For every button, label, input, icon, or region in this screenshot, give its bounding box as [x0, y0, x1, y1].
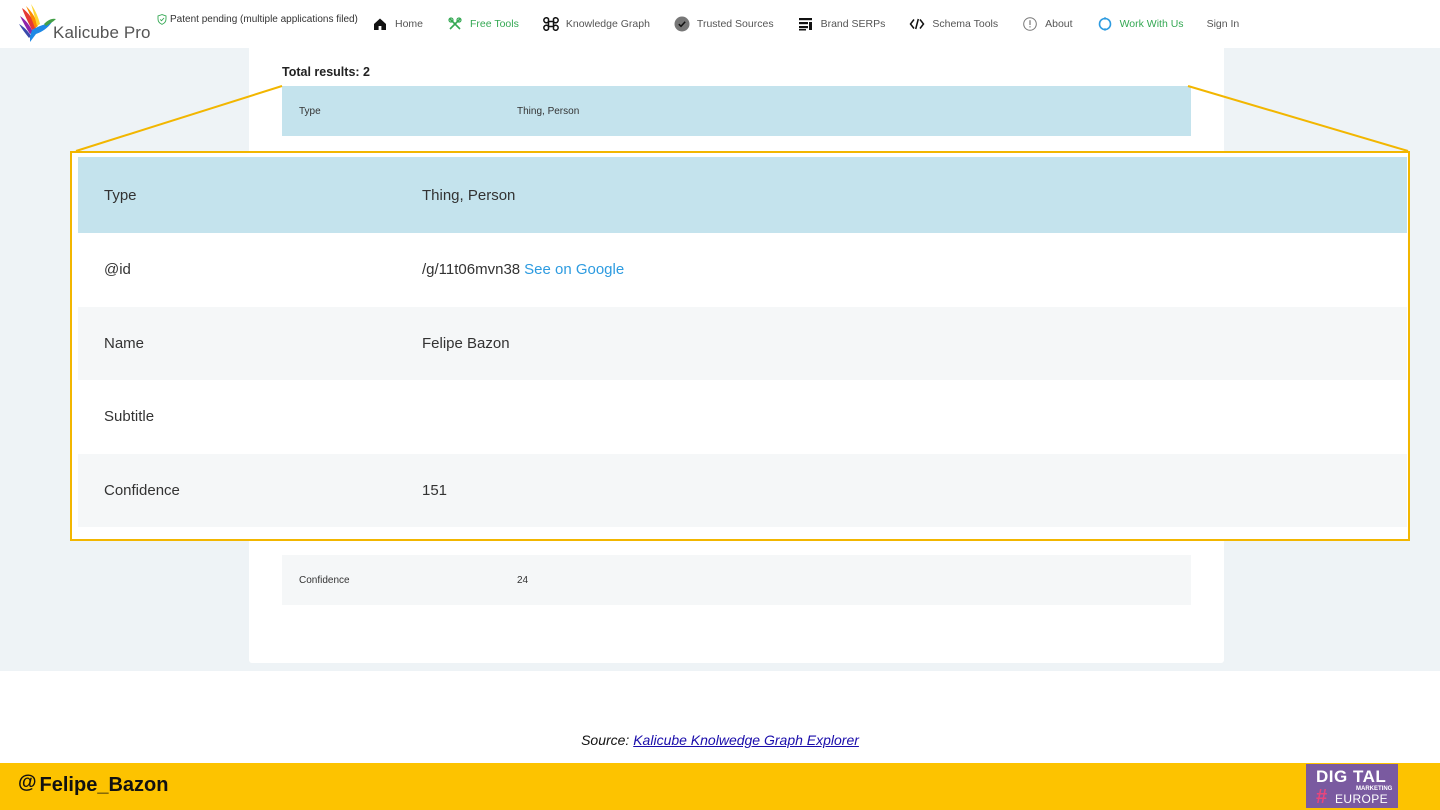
nav-sign-in[interactable]: Sign In	[1207, 18, 1240, 30]
entity-value: 151	[422, 482, 447, 499]
entity-value-text: Thing, Person	[422, 186, 516, 204]
entity-row-name: Name Felipe Bazon	[78, 306, 1407, 380]
result-row-type: Type Thing, Person	[282, 86, 1191, 136]
entity-row-id: @id /g/11t06mvn38 See on Google	[78, 233, 1407, 307]
entity-row-type: Type Thing, Person	[78, 157, 1407, 233]
entity-row-subtitle: Subtitle	[78, 380, 1407, 454]
entity-key: Name	[104, 334, 145, 352]
nav-trusted-sources[interactable]: Trusted Sources	[674, 16, 774, 32]
nav-brand-serps[interactable]: Brand SERPs	[798, 16, 886, 32]
home-icon	[374, 18, 386, 30]
nav-free-tools[interactable]: Free Tools	[447, 16, 519, 32]
twitter-handle: @ Felipe_Bazon	[18, 771, 169, 797]
total-results: Total results: 2	[282, 65, 370, 79]
nav-knowledge-graph[interactable]: Knowledge Graph	[542, 16, 650, 32]
serp-icon	[798, 17, 812, 30]
entity-value: /g/11t06mvn38 See on Google	[422, 261, 624, 278]
row-value: Thing, Person	[517, 105, 580, 117]
nav-sign-in-label: Sign In	[1206, 17, 1240, 30]
nav-free-tools-label: Free Tools	[470, 17, 519, 30]
top-nav-bar: Kalicube Pro Patent pending (multiple ap…	[0, 0, 1440, 48]
entity-value-text: Felipe Bazon	[422, 334, 510, 352]
badge-hash: #	[1316, 786, 1328, 808]
nav-work-with-us-label: Work With Us	[1119, 17, 1184, 30]
entity-key: Subtitle	[104, 408, 155, 426]
nav-brand-serps-label: Brand SERPs	[820, 17, 886, 30]
source-prefix: Source:	[581, 732, 630, 748]
entity-key: Confidence	[104, 481, 180, 499]
nav-home-label: Home	[395, 17, 424, 30]
zoomed-entity-table: Type Thing, Person @id /g/11t06mvn38 See…	[78, 157, 1407, 527]
row-value: 24	[517, 574, 529, 586]
nav-trusted-sources-label: Trusted Sources	[696, 17, 774, 30]
source-caption: Source: Kalicube Knolwedge Graph Explore…	[0, 732, 1440, 748]
row-key: Type	[299, 105, 321, 117]
info-icon	[1023, 16, 1037, 31]
zoom-callout: Type Thing, Person @id /g/11t06mvn38 See…	[70, 151, 1410, 541]
footer-bar: @ Felipe_Bazon	[0, 763, 1440, 810]
entity-key: @id	[104, 261, 131, 279]
badge-line-1: DIG TAL	[1316, 767, 1387, 786]
nav-work-with-us[interactable]: Work With Us	[1097, 16, 1184, 32]
nav-about-label: About	[1045, 17, 1073, 30]
code-icon	[909, 18, 925, 29]
shield-check-icon	[157, 14, 167, 25]
patent-text: Patent pending (multiple applications fi…	[170, 14, 358, 25]
badge-line-3: EUROPE	[1335, 792, 1389, 806]
nav-knowledge-graph-label: Knowledge Graph	[565, 17, 650, 30]
check-circle-icon	[674, 16, 690, 31]
nav-home[interactable]: Home	[372, 16, 423, 32]
circle-icon	[1098, 16, 1111, 31]
entity-id-text: /g/11t06mvn38	[422, 261, 521, 279]
command-icon	[542, 16, 559, 31]
see-on-google-link[interactable]: See on Google	[524, 261, 624, 278]
nav-schema-tools-label: Schema Tools	[932, 17, 999, 30]
at-symbol: @	[18, 771, 37, 793]
main-nav: Home Free Tools Knowledge Graph Trusted …	[372, 15, 1239, 32]
patent-notice: Patent pending (multiple applications fi…	[157, 14, 358, 25]
entity-row-confidence: Confidence 151	[78, 453, 1407, 527]
nav-schema-tools[interactable]: Schema Tools	[909, 16, 998, 32]
entity-value: Thing, Person	[422, 187, 515, 204]
row-key: Confidence	[299, 574, 350, 586]
entity-value-text: 151	[422, 481, 448, 499]
entity-key: Type	[104, 186, 137, 204]
nav-about[interactable]: About	[1022, 16, 1073, 32]
source-link[interactable]: Kalicube Knolwedge Graph Explorer	[633, 732, 859, 748]
tools-icon	[448, 16, 462, 30]
entity-value: Felipe Bazon	[422, 335, 510, 352]
result-row-confidence: Confidence 24	[282, 555, 1191, 605]
handle-text: Felipe_Bazon	[39, 774, 169, 796]
digital-marketing-europe-badge: DIG TAL # MARKETING EUROPE	[1306, 764, 1398, 808]
kalicube-bird-logo[interactable]	[18, 2, 58, 44]
slide: Kalicube Pro Patent pending (multiple ap…	[0, 0, 1440, 810]
brand-name: Kalicube Pro	[53, 23, 151, 42]
